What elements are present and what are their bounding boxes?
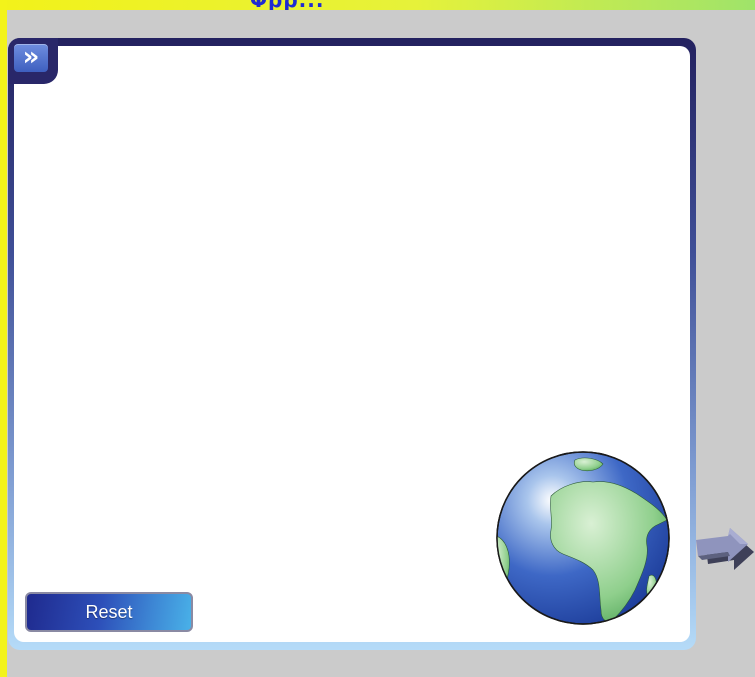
left-accent-stripe <box>0 0 7 677</box>
page-title: Φρρ... <box>250 0 324 10</box>
earth-globe-icon <box>496 451 670 625</box>
next-arrow-button[interactable] <box>688 500 755 580</box>
top-title-bar: Φρρ... <box>0 0 755 10</box>
double-chevron-right-icon: » <box>22 42 40 72</box>
expand-button[interactable]: » <box>14 44 48 72</box>
reset-button[interactable]: Reset <box>25 592 193 632</box>
